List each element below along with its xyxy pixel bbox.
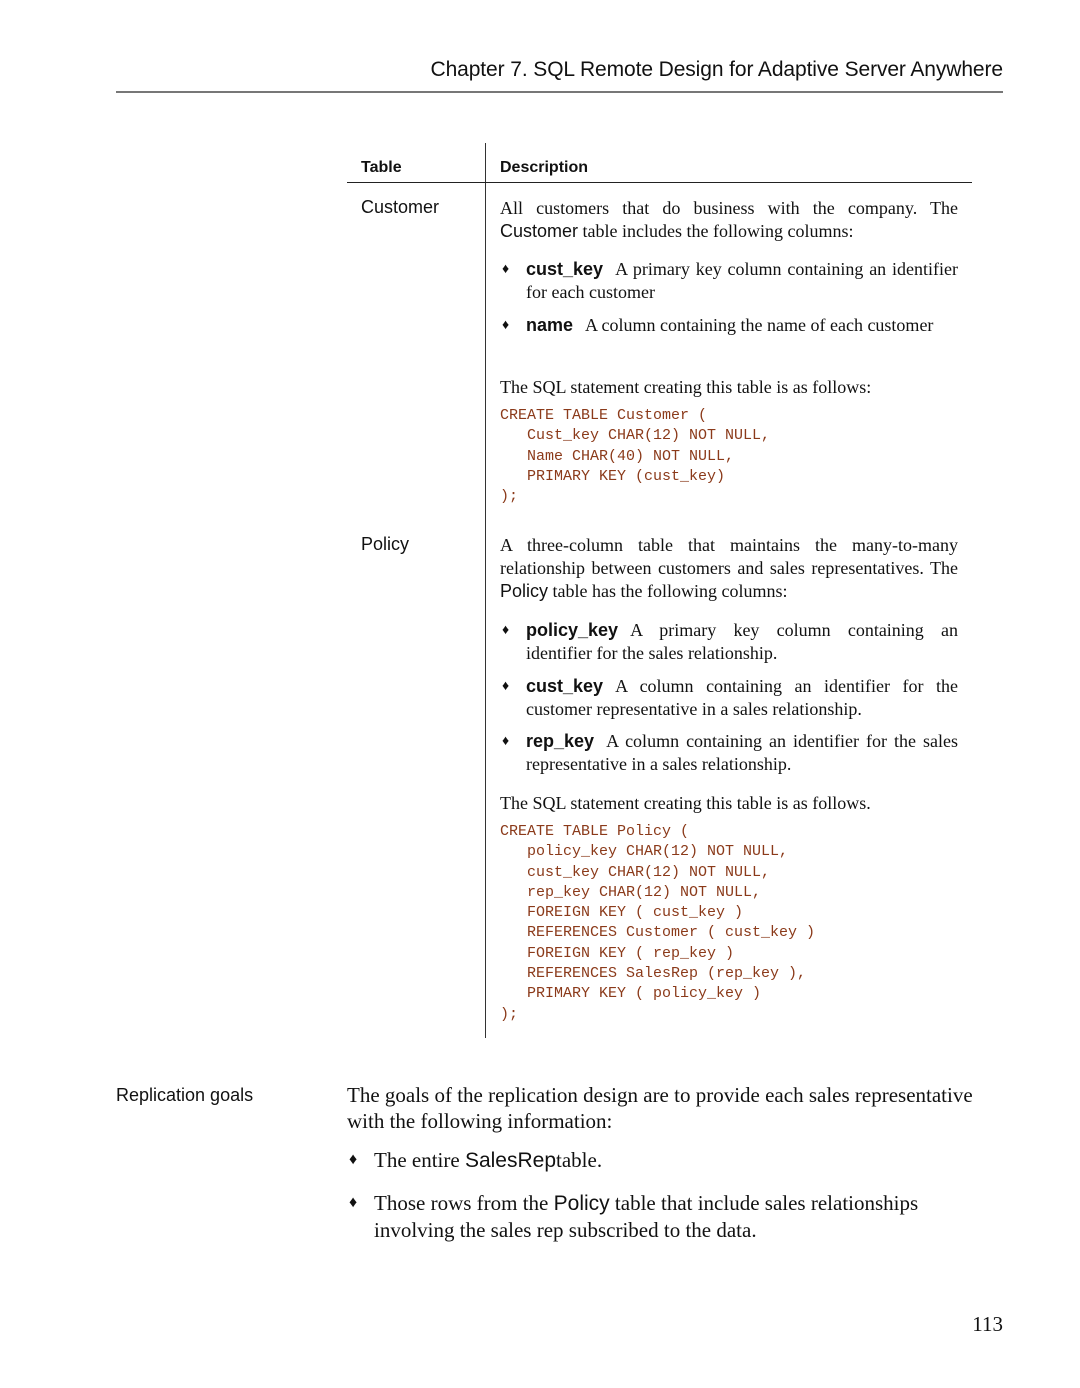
- diamond-bullet-icon: ♦: [349, 1194, 358, 1211]
- code-line: );: [500, 488, 519, 506]
- column-key-name: policy_key: [526, 620, 619, 640]
- customer-column-item: ♦ cust_key A primary key column containin…: [500, 258, 958, 304]
- replication-goal-item: ♦ The entire SalesReptable.: [347, 1147, 987, 1174]
- diamond-bullet-icon: ♦: [502, 623, 510, 638]
- goal-table-name: SalesRep: [464, 1149, 557, 1172]
- policy-column-item: ♦ cust_key A column containing an identif…: [500, 675, 958, 721]
- column-key-name: name: [526, 315, 574, 335]
- policy-column-item: ♦ policy_key A primary key column contain…: [500, 619, 958, 665]
- side-heading-replication-goals: Replication goals: [116, 1085, 254, 1105]
- column-key-name: cust_key: [526, 676, 604, 696]
- code-line: );: [500, 1005, 519, 1023]
- code-line: FOREIGN KEY ( rep_key ): [500, 944, 735, 962]
- code-line: policy_key CHAR(12) NOT NULL,: [500, 843, 789, 861]
- policy-description: A three-column table that maintains the …: [500, 534, 958, 603]
- customer-column-item: ♦ name A column containing the name of ea…: [500, 314, 958, 337]
- column-key-name: cust_key: [526, 259, 604, 279]
- diamond-bullet-icon: ♦: [502, 679, 510, 694]
- policy-sql-code: CREATE TABLE Policy ( policy_key CHAR(12…: [500, 822, 815, 1025]
- goal-text-post: table.: [556, 1148, 603, 1172]
- running-header: Chapter 7. SQL Remote Design for Adaptiv…: [430, 58, 1004, 81]
- diamond-bullet-icon: ♦: [502, 318, 510, 333]
- policy-intro-post: table has the following columns:: [548, 581, 788, 601]
- header-rule: [116, 91, 1003, 93]
- replication-goal-item: ♦ Those rows from the Policy table that …: [347, 1190, 987, 1243]
- customer-intro-pre: All customers that do business with the …: [500, 198, 958, 218]
- customer-intro-name: Customer: [500, 221, 579, 241]
- replication-goals-intro: The goals of the replication design are …: [347, 1083, 973, 1133]
- column-header-description: Description: [500, 159, 589, 176]
- diamond-bullet-icon: ♦: [502, 734, 510, 749]
- code-line: FOREIGN KEY ( cust_key ): [500, 904, 744, 922]
- policy-intro-name: Policy: [500, 581, 549, 601]
- customer-description: All customers that do business with the …: [500, 197, 958, 243]
- code-line: CREATE TABLE Customer (: [500, 407, 708, 424]
- diamond-bullet-icon: ♦: [502, 262, 510, 277]
- code-line: rep_key CHAR(12) NOT NULL,: [500, 883, 762, 901]
- code-line: CREATE TABLE Policy (: [500, 823, 690, 840]
- code-line: Cust_key CHAR(12) NOT NULL,: [500, 427, 771, 445]
- customer-sql-code: CREATE TABLE Customer ( Cust_key CHAR(12…: [500, 406, 770, 507]
- code-line: Name CHAR(40) NOT NULL,: [500, 447, 735, 465]
- policy-column-item: ♦ rep_key A column containing an identifi…: [500, 730, 958, 776]
- goal-table-name: Policy: [553, 1192, 610, 1215]
- code-line: cust_key CHAR(12) NOT NULL,: [500, 863, 771, 881]
- column-header-table: Table: [361, 159, 402, 176]
- customer-sql-intro: The SQL statement creating this table is…: [500, 377, 872, 397]
- policy-intro-pre: A three-column table that maintains the …: [500, 535, 958, 578]
- page-number: 113: [972, 1312, 1003, 1336]
- code-line: PRIMARY KEY (cust_key): [500, 467, 726, 485]
- goal-text-pre: Those rows from the: [374, 1191, 554, 1215]
- code-line: REFERENCES Customer ( cust_key ): [500, 924, 816, 942]
- policy-sql-intro: The SQL statement creating this table is…: [500, 793, 871, 813]
- code-line: REFERENCES SalesRep (rep_key ),: [500, 965, 807, 983]
- diamond-bullet-icon: ♦: [349, 1151, 358, 1168]
- code-line: PRIMARY KEY ( policy_key ): [500, 985, 762, 1003]
- goal-text-pre: The entire: [374, 1148, 465, 1172]
- table-header-rule: [347, 182, 972, 183]
- customer-intro-post: table includes the following columns:: [578, 221, 854, 241]
- column-key-desc: A column containing the name of each cus…: [585, 315, 934, 335]
- row-label-policy: Policy: [361, 534, 410, 554]
- row-label-customer: Customer: [361, 197, 440, 217]
- table-column-divider: [485, 143, 486, 1038]
- column-key-name: rep_key: [526, 731, 595, 751]
